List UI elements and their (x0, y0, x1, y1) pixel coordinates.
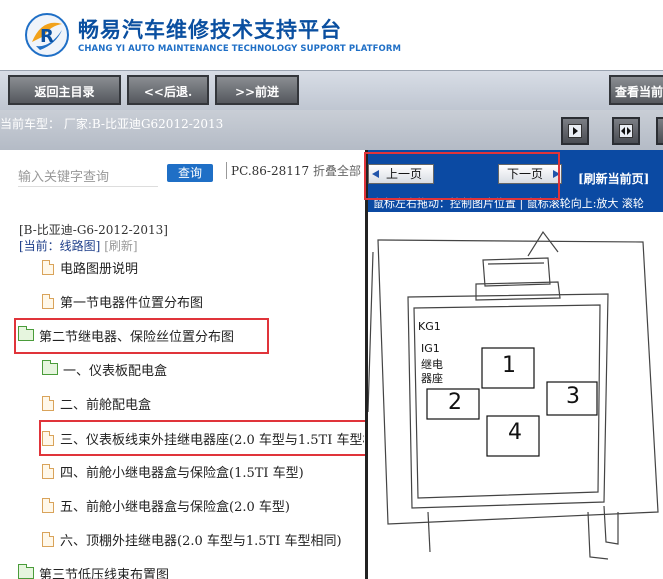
car-info-bar: 当前车型： 厂家:B-比亚迪G62012-2013 (0, 110, 663, 150)
platform-title: 畅易汽车维修技术支持平台 (78, 18, 342, 42)
tree-item-front-small-box-20[interactable]: 五、前舱小继电器盒与保险盒(2.0 车型) (42, 495, 290, 515)
folder-icon (42, 360, 58, 375)
collapse-all-link[interactable]: 折叠全部 (313, 164, 361, 178)
query-button[interactable]: 查询 (167, 164, 213, 182)
search-underline (18, 186, 158, 187)
tree-root-label: [B-比亚迪-G6-2012-2013] (19, 223, 168, 237)
relay-label-line-2: 器座 (421, 372, 443, 385)
tree-item-label: 二、前舱配电盒 (60, 397, 152, 413)
chang-yi-logo-icon: R (25, 13, 69, 57)
more-button[interactable] (656, 117, 663, 145)
current-prefix: [当前：线路图] (19, 239, 101, 253)
double-page-button[interactable] (612, 117, 640, 145)
tree-item-circuit-manual[interactable]: 电路图册说明 (42, 257, 138, 277)
tree-item-front-box[interactable]: 二、前舱配电盒 (42, 393, 151, 413)
tree-item-section-1[interactable]: 第一节电器件位置分布图 (42, 291, 203, 311)
back-button[interactable]: <<后退. (127, 75, 209, 105)
tree-item-section-3[interactable]: 第三节低压线束布置图 (18, 563, 169, 579)
view-current-button[interactable]: 查看当前 (609, 75, 663, 105)
relay-slot-4: 4 (508, 420, 522, 445)
svg-text:R: R (40, 26, 54, 47)
relay-seat-drawing (368, 230, 659, 560)
app-header: R 畅易汽车维修技术支持平台 CHANG YI AUTO MAINTENANCE… (0, 0, 663, 70)
single-page-button[interactable] (561, 117, 589, 145)
main-toolbar: 返回主目录 <<后退. >>前进 查看当前 (0, 70, 663, 110)
file-icon (42, 395, 54, 411)
current-car-label: 当前车型： 厂家:B-比亚迪G62012-2013 (0, 117, 224, 131)
file-icon (42, 293, 54, 309)
ig1-label: IG1 (421, 342, 440, 355)
pc-code: PC.86-28117 (231, 164, 310, 178)
tree-item-label: 四、前舱小继电器盒与保险盒(1.5TI 车型) (60, 465, 304, 481)
tree-item-label: 第一节电器件位置分布图 (60, 295, 204, 311)
current-location: [当前：线路图] [刷新] (19, 237, 138, 254)
search-input[interactable]: 输入关键字查询 (18, 166, 109, 185)
relay-slot-1: 1 (502, 353, 516, 378)
kg1-label: KG1 (418, 320, 441, 333)
tree-item-label: 六、顶棚外挂继电器(2.0 车型与1.5TI 车型相同) (60, 533, 342, 549)
file-icon (42, 497, 54, 513)
highlight-box-page-nav (364, 152, 560, 200)
refresh-current-page-link[interactable]: [刷新当前页] (578, 170, 649, 187)
relay-slot-3: 3 (566, 384, 580, 409)
double-page-icon (619, 124, 633, 138)
highlight-box-relay-seat (39, 420, 371, 456)
file-icon (42, 259, 54, 275)
highlight-box-section-2 (14, 318, 269, 354)
refresh-link[interactable]: [刷新] (104, 239, 137, 253)
diagram-viewer: 上一页 下一页 [刷新当前页] 鼠标左右拖动：控制图片位置 | 鼠标滚轮向上:放… (364, 150, 663, 579)
relay-seat-diagram[interactable]: KG1 IG1 继电 器座 1 2 3 4 (368, 212, 663, 579)
home-button[interactable]: 返回主目录 (8, 75, 121, 105)
tree-item-roof-relay[interactable]: 六、顶棚外挂继电器(2.0 车型与1.5TI 车型相同) (42, 529, 342, 549)
tree-item-label: 电路图册说明 (60, 261, 139, 277)
pc-code-bar: PC.86-28117 折叠全部 (226, 162, 361, 179)
tree-item-label: 五、前舱小继电器盒与保险盒(2.0 车型) (60, 499, 290, 515)
file-icon (42, 531, 54, 547)
catalog-panel: 输入关键字查询 查询 PC.86-28117 折叠全部 [B-比亚迪-G6-20… (0, 150, 371, 579)
tree-item-dashboard-box[interactable]: 一、仪表板配电盒 (42, 359, 167, 379)
forward-button[interactable]: >>前进 (215, 75, 299, 105)
tree-item-label: 第三节低压线束布置图 (39, 567, 170, 579)
file-icon (42, 463, 54, 479)
folder-icon (18, 564, 34, 579)
tree-item-front-small-box-15ti[interactable]: 四、前舱小继电器盒与保险盒(1.5TI 车型) (42, 461, 304, 481)
tree-item-label: 一、仪表板配电盒 (63, 363, 168, 379)
single-page-icon (568, 124, 582, 138)
relay-slot-2: 2 (448, 390, 462, 415)
platform-subtitle: CHANG YI AUTO MAINTENANCE TECHNOLOGY SUP… (78, 44, 402, 54)
